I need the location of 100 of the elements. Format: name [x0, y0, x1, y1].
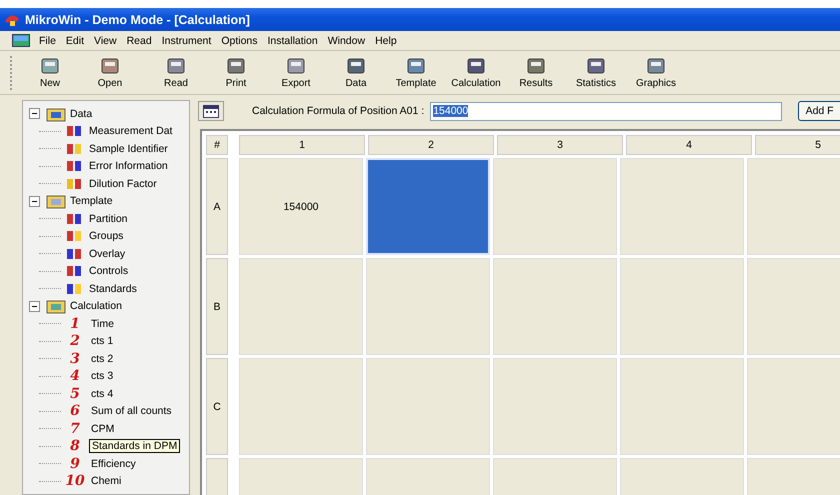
- toolbar-button[interactable]: New: [20, 54, 80, 91]
- grid-cell[interactable]: [493, 358, 617, 455]
- tree-item[interactable]: Standards: [87, 282, 139, 295]
- formula-label: Calculation Formula of Position A01 :: [252, 105, 424, 117]
- tree-item[interactable]: Chemi: [89, 475, 124, 488]
- row-header: B: [206, 258, 228, 355]
- column-header: #: [206, 135, 228, 155]
- grid-cell[interactable]: [366, 358, 490, 455]
- number-icon: 3: [65, 352, 85, 366]
- toolbar-icon: [99, 56, 121, 76]
- item-icon: [65, 212, 83, 226]
- toolbar-icon: [39, 56, 61, 76]
- column-header: 5: [755, 135, 840, 155]
- tree-item[interactable]: Error Information: [87, 160, 170, 172]
- tree-item[interactable]: Overlay: [87, 248, 128, 260]
- grid-cell[interactable]: [747, 158, 840, 255]
- tree-item[interactable]: cts 4: [89, 388, 116, 400]
- tree-item[interactable]: Controls: [87, 265, 130, 278]
- toolbar-button[interactable]: Results: [506, 54, 566, 91]
- toolbar-icon: [525, 56, 547, 76]
- tree-item[interactable]: Template: [70, 195, 113, 208]
- menu-item[interactable]: Instrument: [156, 34, 216, 46]
- grid-cell[interactable]: [239, 258, 363, 355]
- column-header: 4: [626, 135, 752, 155]
- toolbar-button[interactable]: Data: [326, 54, 386, 91]
- grid-cell[interactable]: [493, 158, 617, 255]
- tree-item[interactable]: Groups: [87, 230, 126, 242]
- add-button[interactable]: Add F: [798, 101, 840, 121]
- tree-item[interactable]: Measurement Dat: [87, 125, 174, 138]
- number-icon: 6: [65, 404, 85, 418]
- number-icon: 1: [65, 316, 85, 331]
- item-icon: [65, 246, 83, 261]
- app-icon: [4, 12, 20, 26]
- folder-icon: [46, 193, 66, 210]
- toolbar-icon: [645, 56, 667, 76]
- toolbar-button[interactable]: Open: [80, 54, 140, 91]
- number-icon: 4: [65, 369, 85, 384]
- formula-field[interactable]: 154000: [430, 102, 782, 120]
- tree-item[interactable]: Time: [89, 318, 116, 330]
- tree-item[interactable]: cts 2: [89, 352, 116, 365]
- tree-item[interactable]: Calculation: [70, 300, 122, 312]
- collapse-toggle[interactable]: [29, 300, 40, 312]
- menu-item[interactable]: Window: [322, 34, 370, 46]
- toolbar-button[interactable]: Graphics: [626, 54, 686, 91]
- grid-cell[interactable]: [366, 158, 490, 255]
- collapse-toggle[interactable]: [29, 196, 40, 207]
- column-header: 3: [497, 135, 623, 155]
- toolbar-button[interactable]: Calculation: [446, 54, 506, 91]
- item-icon: [65, 176, 83, 191]
- menu-item[interactable]: Installation: [262, 34, 323, 46]
- item-icon: [65, 282, 83, 296]
- toolbar-button[interactable]: Export: [266, 54, 326, 91]
- menu-item[interactable]: Edit: [60, 34, 90, 46]
- grid-cell[interactable]: 154000: [239, 158, 363, 255]
- grid-cell[interactable]: [493, 258, 617, 355]
- grid-cell[interactable]: [620, 358, 744, 455]
- tooltip: Standards in DPM: [89, 439, 180, 454]
- number-icon: 8: [65, 439, 85, 454]
- item-icon: [65, 142, 83, 156]
- tree-item[interactable]: Data: [70, 108, 92, 120]
- folder-icon: [46, 106, 66, 122]
- collapse-toggle[interactable]: [29, 108, 40, 120]
- item-icon: [65, 159, 83, 174]
- tree-item[interactable]: Efficiency: [89, 458, 138, 470]
- toolbar-icon: [465, 56, 487, 76]
- menu-item[interactable]: Help: [370, 34, 402, 46]
- toolbar-icon: [345, 56, 367, 76]
- toolbar-button[interactable]: Print: [206, 54, 266, 91]
- tree-item[interactable]: cts 1: [89, 335, 116, 348]
- menu-item[interactable]: Options: [216, 34, 262, 46]
- tree-item[interactable]: CPM: [89, 422, 116, 435]
- tree-item[interactable]: Partition: [87, 212, 130, 225]
- number-icon: 7: [65, 422, 85, 436]
- number-icon: 10: [65, 474, 85, 488]
- toolbar-icon: [405, 56, 427, 76]
- column-header: 1: [239, 135, 365, 155]
- menu-item[interactable]: Read: [122, 34, 157, 46]
- tree-item[interactable]: Sample Identifier: [87, 142, 170, 155]
- menu-item[interactable]: File: [34, 34, 61, 46]
- toolbar-button[interactable]: Statistics: [566, 54, 626, 91]
- row-header: C: [206, 358, 228, 455]
- column-header: 2: [368, 135, 494, 155]
- grid-cell[interactable]: [239, 358, 363, 455]
- number-icon: 9: [65, 456, 85, 471]
- grid-cell[interactable]: [366, 258, 490, 355]
- calculator-button[interactable]: [198, 101, 224, 121]
- grid-cell[interactable]: [747, 258, 840, 355]
- toolbar-button[interactable]: Read: [146, 54, 206, 91]
- tree-item[interactable]: Dilution Factor: [87, 178, 159, 190]
- row-header: A: [206, 158, 228, 255]
- tree-item[interactable]: cts 3: [89, 370, 116, 382]
- item-icon: [65, 124, 83, 138]
- menu-item[interactable]: View: [89, 34, 122, 46]
- tree-item[interactable]: Sum of all counts: [89, 405, 174, 418]
- grid-cell[interactable]: [620, 258, 744, 355]
- number-icon: 2: [65, 334, 85, 348]
- grid-cell[interactable]: [620, 158, 744, 255]
- toolbar-button[interactable]: Template: [386, 54, 446, 91]
- grid-cell[interactable]: [747, 358, 840, 455]
- item-icon: [65, 264, 83, 278]
